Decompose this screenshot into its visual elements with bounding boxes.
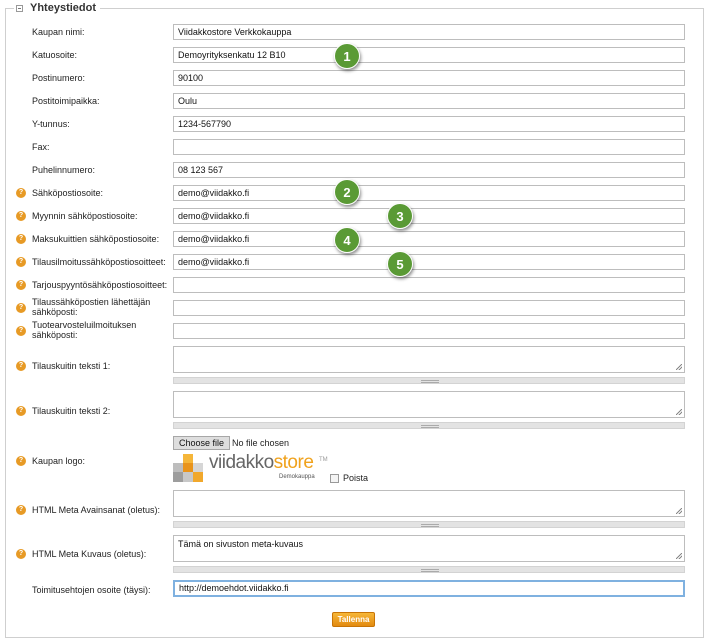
help-icon[interactable]: ?: [16, 280, 26, 290]
field-label: Sähköpostiosoite:: [32, 188, 104, 198]
help-icon[interactable]: ?: [16, 326, 26, 336]
help-icon[interactable]: ?: [16, 257, 26, 267]
receipt-email-input[interactable]: demo@viidakko.fi: [173, 231, 685, 247]
textarea-resize-bar[interactable]: [173, 521, 685, 528]
help-icon[interactable]: ?: [16, 505, 26, 515]
logo-cube-icon: [173, 454, 203, 482]
help-icon[interactable]: ?: [16, 211, 26, 221]
delete-logo-checkbox[interactable]: [330, 474, 339, 483]
resize-corner-icon[interactable]: [676, 409, 682, 415]
meta-description-textarea[interactable]: Tämä on sivuston meta-kuvaus: [173, 535, 685, 562]
street-input[interactable]: Demoyrityksenkatu 12 B10: [173, 47, 685, 63]
section-title: Yhteystiedot: [30, 2, 97, 14]
help-icon[interactable]: ?: [16, 188, 26, 198]
shop-logo-image: viidakkostore TM Demokauppa: [173, 453, 333, 483]
textarea-resize-bar[interactable]: [173, 566, 685, 573]
field-label: Tarjouspyyntösähköpostiosoitteet:: [32, 280, 168, 290]
help-icon[interactable]: ?: [16, 549, 26, 559]
city-input[interactable]: Oulu: [173, 93, 685, 109]
textarea-resize-bar[interactable]: [173, 377, 685, 384]
callout-badge-3: 3: [387, 203, 413, 229]
field-label: Tilauskuitin teksti 2:: [32, 406, 111, 416]
fax-input[interactable]: [173, 139, 685, 155]
email-input[interactable]: demo@viidakko.fi: [173, 185, 685, 201]
textarea-resize-bar[interactable]: [173, 422, 685, 429]
choose-file-button[interactable]: Choose file: [173, 436, 231, 450]
logo-wordmark: viidakkostore: [209, 452, 314, 473]
help-icon[interactable]: ?: [16, 303, 26, 313]
terms-url-input[interactable]: http://demoehdot.viidakko.fi: [173, 580, 685, 597]
resize-corner-icon[interactable]: [676, 508, 682, 514]
textarea-value: Tämä on sivuston meta-kuvaus: [178, 539, 304, 549]
callout-badge-4: 4: [334, 227, 360, 253]
logo-trademark: TM: [319, 457, 328, 463]
field-label: Y-tunnus:: [32, 119, 70, 129]
field-label: Toimitusehtojen osoite (täysi):: [32, 585, 151, 595]
help-icon[interactable]: ?: [16, 406, 26, 416]
callout-badge-1: 1: [334, 43, 360, 69]
resize-corner-icon[interactable]: [676, 553, 682, 559]
collapse-icon[interactable]: [16, 4, 23, 12]
help-icon[interactable]: ?: [16, 361, 26, 371]
field-label: Postinumero:: [32, 73, 86, 83]
order-sender-email-input[interactable]: [173, 300, 685, 316]
field-label: Tilaussähköpostien lähettäjän sähköposti…: [32, 297, 151, 317]
field-label: Fax:: [32, 142, 50, 152]
logo-subtitle: Demokauppa: [279, 474, 315, 480]
resize-corner-icon[interactable]: [676, 364, 682, 370]
order-notify-emails-input[interactable]: demo@viidakko.fi: [173, 254, 685, 270]
business-id-input[interactable]: 1234-567790: [173, 116, 685, 132]
section-legend[interactable]: Yhteystiedot: [14, 2, 101, 14]
field-label: Katuosoite:: [32, 50, 78, 60]
receipt-text-2-textarea[interactable]: [173, 391, 685, 418]
help-icon[interactable]: ?: [16, 456, 26, 466]
shop-name-input[interactable]: Viidakkostore Verkkokauppa: [173, 24, 685, 40]
field-label: HTML Meta Avainsanat (oletus):: [32, 505, 161, 515]
field-label: Tilauskuitin teksti 1:: [32, 361, 111, 371]
review-notify-email-input[interactable]: [173, 323, 685, 339]
delete-logo-label: Poista: [343, 473, 369, 483]
field-label: Maksukuittien sähköpostiosoite:: [32, 234, 160, 244]
field-label: Kaupan logo:: [32, 456, 86, 466]
file-status-text: No file chosen: [232, 438, 290, 448]
callout-badge-5: 5: [387, 251, 413, 277]
sales-email-input[interactable]: demo@viidakko.fi: [173, 208, 685, 224]
field-label: Tilausilmoitussähköpostiosoitteet:: [32, 257, 166, 267]
field-label: Kaupan nimi:: [32, 27, 85, 37]
help-icon[interactable]: ?: [16, 234, 26, 244]
field-label: HTML Meta Kuvaus (oletus):: [32, 549, 147, 559]
callout-badge-2: 2: [334, 179, 360, 205]
receipt-text-1-textarea[interactable]: [173, 346, 685, 373]
field-label: Myynnin sähköpostiosoite:: [32, 211, 138, 221]
postcode-input[interactable]: 90100: [173, 70, 685, 86]
field-label: Tuotearvosteluilmoituksen sähköposti:: [32, 320, 137, 340]
save-button[interactable]: Tallenna: [332, 612, 375, 627]
field-label: Puhelinnumero:: [32, 165, 96, 175]
meta-keywords-textarea[interactable]: [173, 490, 685, 517]
quote-emails-input[interactable]: [173, 277, 685, 293]
phone-input[interactable]: 08 123 567: [173, 162, 685, 178]
field-label: Postitoimipaikka:: [32, 96, 100, 106]
